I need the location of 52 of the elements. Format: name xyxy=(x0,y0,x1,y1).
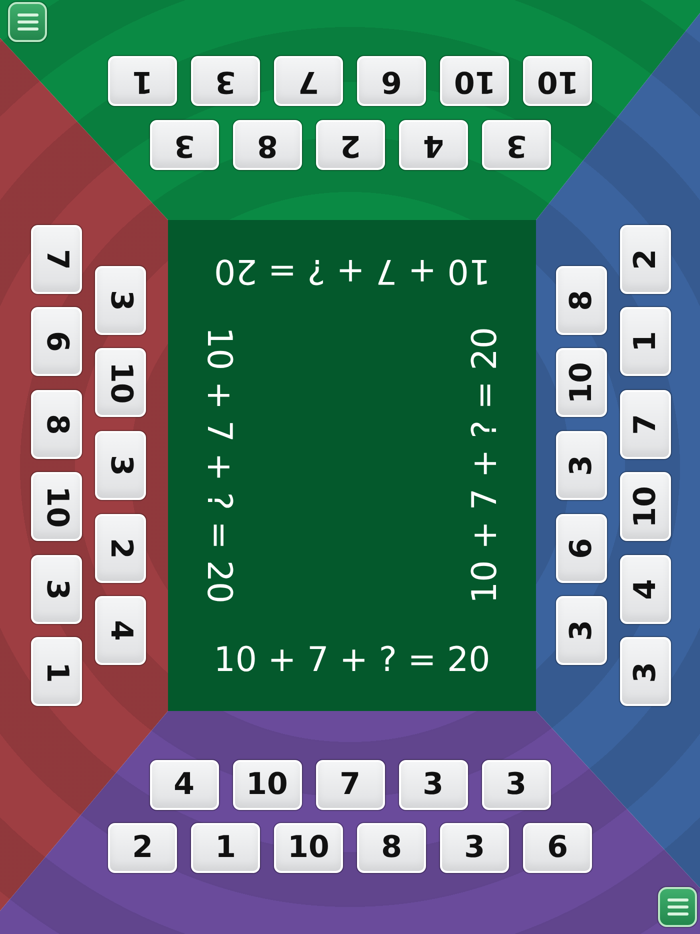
equation-text: 10 + 7 + ? = 20 xyxy=(214,250,490,291)
number-tile[interactable]: 3 xyxy=(95,431,146,500)
number-tile[interactable]: 1 xyxy=(191,823,260,873)
menu-button[interactable] xyxy=(658,887,697,927)
number-tile[interactable]: 7 xyxy=(316,760,384,810)
number-tile[interactable]: 10 xyxy=(274,823,343,873)
number-tile[interactable]: 10 xyxy=(95,348,146,418)
number-tile[interactable]: 3 xyxy=(440,823,509,873)
number-tile[interactable]: 3 xyxy=(556,596,607,666)
number-tile[interactable]: 6 xyxy=(523,823,592,873)
number-tile[interactable]: 3 xyxy=(398,760,468,810)
number-tile[interactable]: 8 xyxy=(31,390,82,459)
number-tile[interactable]: 10 xyxy=(232,760,302,810)
number-tile[interactable]: 8 xyxy=(232,120,302,170)
number-tile[interactable]: 3 xyxy=(95,266,146,335)
menu-button[interactable] xyxy=(8,2,47,42)
menu-icon xyxy=(16,13,38,31)
number-tile[interactable]: 3 xyxy=(620,637,671,706)
number-tile[interactable]: 6 xyxy=(556,514,607,583)
number-tile[interactable]: 4 xyxy=(398,120,468,170)
number-tile[interactable]: 1 xyxy=(108,56,177,106)
number-tile[interactable]: 4 xyxy=(95,596,146,666)
number-tile[interactable]: 1 xyxy=(31,637,82,706)
number-tile[interactable]: 2 xyxy=(316,120,384,170)
number-tile[interactable]: 10 xyxy=(31,472,82,542)
number-tile[interactable]: 10 xyxy=(556,348,607,418)
number-tile[interactable]: 8 xyxy=(556,266,607,335)
number-tile[interactable]: 3 xyxy=(482,760,550,810)
number-tile[interactable]: 6 xyxy=(31,307,82,376)
number-tile[interactable]: 10 xyxy=(440,56,509,106)
number-tile[interactable]: 7 xyxy=(31,224,82,294)
number-tile[interactable]: 2 xyxy=(620,224,671,294)
equation-text: 10 + 7 + ? = 20 xyxy=(214,640,490,681)
number-tile[interactable]: 8 xyxy=(357,823,426,873)
number-tile[interactable]: 10 xyxy=(620,472,671,542)
number-tile[interactable]: 2 xyxy=(95,514,146,583)
number-tile[interactable]: 3 xyxy=(556,431,607,500)
number-tile[interactable]: 4 xyxy=(150,760,218,810)
number-tile[interactable]: 2 xyxy=(108,823,177,873)
number-tile[interactable]: 3 xyxy=(31,554,82,624)
number-tile[interactable]: 7 xyxy=(274,56,343,106)
number-tile[interactable]: 1 xyxy=(620,307,671,376)
number-tile[interactable]: 3 xyxy=(482,120,550,170)
equation-text: 10 + 7 + ? = 20 xyxy=(198,327,239,604)
number-tile[interactable]: 3 xyxy=(191,56,260,106)
number-tile[interactable]: 7 xyxy=(620,390,671,459)
number-tile[interactable]: 4 xyxy=(620,554,671,624)
equation-text: 10 + 7 + ? = 20 xyxy=(465,327,506,604)
number-tile[interactable]: 10 xyxy=(523,56,592,106)
number-tile[interactable]: 6 xyxy=(357,56,426,106)
number-tile[interactable]: 3 xyxy=(150,120,218,170)
menu-icon xyxy=(666,898,688,916)
